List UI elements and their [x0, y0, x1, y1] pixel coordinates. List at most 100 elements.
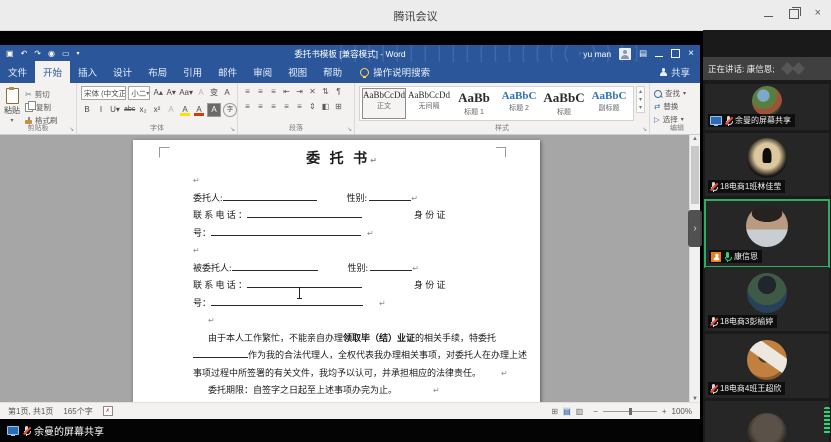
page-indicator[interactable]: 第1页, 共1页 — [8, 406, 53, 417]
styles-scroll[interactable]: ▴ ▾ ▾ — [636, 86, 646, 113]
line-spacing-button[interactable]: ⇕ — [307, 101, 318, 113]
document-line[interactable]: ↵ — [193, 242, 493, 260]
participant-tile-partial[interactable] — [705, 401, 829, 442]
redo-icon[interactable]: ↷ — [34, 49, 41, 58]
borders-button[interactable]: ⊞ — [333, 101, 344, 113]
document-line[interactable]: 由于本人工作繁忙，不能亲自办理领取毕（结）业证的相关手续，特委托 — [193, 330, 496, 348]
change-case-button[interactable]: Aa▾ — [178, 87, 194, 99]
align-right-button[interactable]: ≡ — [268, 101, 279, 113]
character-shading-button[interactable]: A — [207, 103, 221, 117]
document-line[interactable]: 被委托人: 性别: ↵ — [193, 260, 493, 278]
restore-icon[interactable] — [788, 6, 801, 19]
tab-审阅[interactable]: 审阅 — [245, 61, 280, 83]
clear-formatting-button[interactable]: A — [195, 87, 207, 99]
document-text[interactable]: 委 托 书↵ ↵ 委托人: 性别: ↵ 联 系 电 话 ：身 份 证号： ↵ ↵ 被委托人: 性… — [193, 148, 527, 403]
increase-indent-button[interactable]: ⇥ — [294, 86, 305, 98]
zoom-in-icon[interactable]: + — [662, 407, 667, 416]
participant-tile[interactable]: 18电商1班林佳莹 — [705, 133, 829, 196]
scrollbar-thumb[interactable] — [691, 146, 699, 204]
style-正文[interactable]: AaBbCcDd 正文 — [362, 88, 406, 119]
tell-me-search[interactable]: 操作说明搜索 — [360, 65, 430, 83]
document-line[interactable]: 委 托 书↵ — [193, 148, 493, 172]
tab-开始[interactable]: 开始 — [35, 61, 71, 83]
text-highlight-button[interactable]: A — [179, 104, 191, 116]
font-color-button[interactable]: A — [193, 104, 205, 116]
enclose-character-button[interactable]: 字 — [223, 103, 237, 117]
sidebar-collapse-handle[interactable]: › — [688, 210, 702, 247]
tab-引用[interactable]: 引用 — [175, 61, 210, 83]
decrease-indent-button[interactable]: ⇤ — [281, 86, 292, 98]
word-restore-icon[interactable] — [671, 49, 681, 58]
document-page[interactable]: 委 托 书↵ ↵ 委托人: 性别: ↵ 联 系 电 话 ：身 份 证号： ↵ ↵ 被委托人: 性… — [133, 140, 540, 403]
tab-设计[interactable]: 设计 — [105, 61, 140, 83]
close-icon[interactable]: × — [815, 8, 821, 19]
justify-button[interactable]: ≡ — [281, 101, 292, 113]
document-line[interactable]: ↵ — [193, 172, 493, 190]
tab-插入[interactable]: 插入 — [70, 61, 105, 83]
ribbon-display-icon[interactable]: ▤ — [639, 48, 647, 59]
replace-button[interactable]: ⇄ 替换 — [654, 101, 700, 112]
bold-button[interactable]: B — [81, 104, 93, 116]
clipboard-dialog-launcher[interactable]: ↘ — [69, 126, 74, 133]
distribute-button[interactable]: ≡ — [294, 101, 305, 113]
fill-in-blank[interactable] — [247, 278, 363, 288]
document-line[interactable]: 联 系 电 话 ：身 份 证 — [193, 207, 493, 225]
document-line[interactable]: 作为我的合法代理人，全权代表我办理相关事项，对委托人在办理上述 — [193, 347, 527, 365]
align-left-button[interactable]: ≡ — [242, 101, 253, 113]
minimize-icon[interactable] — [763, 16, 773, 17]
tab-邮件[interactable]: 邮件 — [210, 61, 245, 83]
style-副标题[interactable]: AaBbC 副标题 — [588, 89, 630, 118]
proofing-icon[interactable]: ✗ — [102, 406, 113, 416]
fill-in-blank[interactable] — [247, 208, 363, 218]
asian-layout-button[interactable]: ✕ — [307, 86, 318, 98]
web-layout-icon[interactable]: ▥ — [576, 407, 584, 416]
zoom-out-icon[interactable]: − — [593, 407, 598, 416]
style-标题 2[interactable]: AaBbC 标题 2 — [498, 89, 540, 118]
document-line[interactable]: 委托期限：自签字之日起至上述事项办完为止。 ↵ — [193, 382, 493, 400]
document-line[interactable]: 事项过程中所签署的有关文件，我均予以认可，并承担相应的法律责任。 ↵ — [193, 365, 508, 383]
save-icon[interactable]: ▣ — [6, 49, 14, 58]
fill-in-blank[interactable] — [222, 191, 317, 201]
fill-in-blank[interactable] — [369, 191, 412, 201]
bullet-list-button[interactable]: ≡ — [242, 86, 253, 98]
customize-qat-icon[interactable]: ▾ — [77, 50, 80, 57]
font-dialog-launcher[interactable]: ↘ — [230, 126, 235, 133]
superscript-button[interactable]: x² — [151, 104, 163, 116]
style-标题 1[interactable]: AaBb 标题 1 — [453, 89, 495, 118]
tab-视图[interactable]: 视图 — [280, 61, 315, 83]
scroll-up-icon[interactable]: ▲ — [690, 136, 700, 142]
cut-button[interactable]: ✂ 剪切 — [25, 89, 58, 100]
document-line[interactable]: ↵ — [193, 312, 493, 330]
participant-tile[interactable]: 18电商3彭榆婷 — [705, 267, 829, 331]
participant-tile[interactable]: 18电商4班王超欣 — [705, 334, 829, 398]
print-preview-icon[interactable]: ▭ — [62, 49, 70, 58]
italic-button[interactable]: I — [95, 104, 107, 116]
phonetic-guide-button[interactable]: 变 — [208, 87, 220, 99]
tab-文件[interactable]: 文件 — [0, 61, 35, 83]
fill-in-blank[interactable] — [370, 261, 413, 271]
tab-帮助[interactable]: 帮助 — [315, 61, 350, 83]
zoom-level[interactable]: 100% — [672, 407, 692, 416]
touch-mode-icon[interactable]: ◉ — [48, 49, 55, 58]
show-marks-button[interactable]: ¶ — [333, 86, 344, 98]
shrink-font-button[interactable]: A▾ — [165, 87, 177, 99]
character-border-button[interactable]: A — [221, 87, 233, 99]
text-effects-button[interactable]: A — [165, 104, 177, 116]
document-line[interactable]: 委托人: 性别: ↵ — [193, 190, 493, 208]
numbered-list-button[interactable]: ≡ — [255, 86, 266, 98]
tab-布局[interactable]: 布局 — [140, 61, 175, 83]
font-size-combo[interactable]: 小二 ▾ — [128, 86, 151, 100]
share-button[interactable]: 共享 — [650, 65, 700, 83]
zoom-slider[interactable] — [602, 407, 657, 415]
paste-button[interactable]: 粘贴 ▾ — [4, 86, 20, 126]
fill-in-blank[interactable] — [211, 286, 364, 306]
undo-icon[interactable]: ↶ — [21, 49, 28, 58]
styles-dialog-launcher[interactable]: ↘ — [642, 126, 647, 133]
sort-button[interactable]: ⇅ — [320, 86, 331, 98]
word-minimize-icon[interactable] — [655, 55, 664, 57]
document-line[interactable]: 号： ↵ — [193, 225, 493, 243]
style-无间隔[interactable]: AaBbCcDd 无间隔 — [408, 89, 450, 118]
fill-in-blank[interactable] — [231, 261, 318, 271]
grow-font-button[interactable]: A▴ — [152, 87, 164, 99]
style-标题[interactable]: AaBbC 标题 — [543, 89, 585, 118]
